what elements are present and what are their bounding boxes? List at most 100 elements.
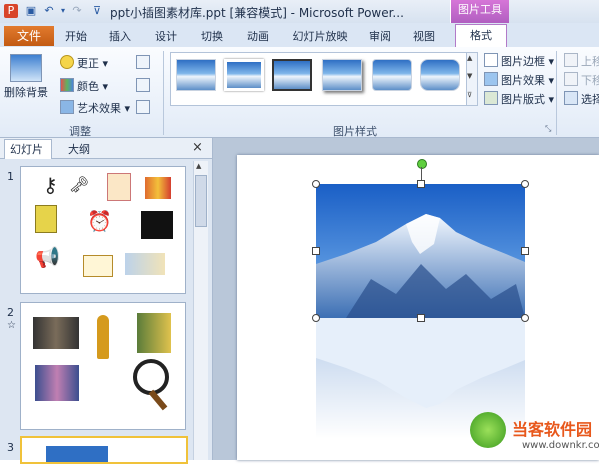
business-team-clipart [33, 317, 79, 349]
gallery-more-icon[interactable]: ⊽ [467, 91, 472, 99]
undo-dropdown-icon[interactable]: ▾ [56, 4, 70, 18]
key-icon: 🗝 [69, 175, 90, 194]
style-thumb-1[interactable] [176, 59, 216, 91]
magnifier-icon [133, 359, 169, 395]
context-group-label: 图片工具 [450, 0, 509, 23]
slide-thumbnail-2[interactable] [20, 302, 186, 430]
group-separator [163, 51, 164, 135]
chart-clipart [83, 255, 113, 277]
tab-format[interactable]: 格式 [455, 24, 507, 48]
tab-animations[interactable]: 动画 [238, 28, 278, 44]
gallery-up-icon[interactable]: ▲ [467, 54, 472, 62]
send-backward-icon [564, 72, 578, 86]
tab-review[interactable]: 审阅 [360, 28, 400, 44]
resize-handle-top-left[interactable] [312, 180, 320, 188]
mountain-photo-svg [316, 184, 525, 318]
style-thumb-2[interactable] [224, 59, 264, 91]
sun-icon [60, 55, 74, 69]
scrollbar-thumb[interactable] [195, 175, 207, 227]
remove-background-button[interactable]: 删除背景 [4, 84, 48, 100]
style-thumb-5[interactable] [372, 59, 412, 91]
tab-file[interactable]: 文件 [4, 26, 54, 46]
style-thumb-6[interactable] [420, 59, 460, 91]
rotate-handle[interactable] [417, 159, 427, 169]
pickaxe-clipart [141, 211, 173, 239]
send-backward-label: 下移 [581, 74, 599, 87]
effects-icon [484, 72, 498, 86]
tab-home[interactable]: 开始 [56, 28, 96, 44]
corrections-button[interactable]: 更正 ▾ [60, 55, 108, 71]
resize-handle-top[interactable] [417, 180, 425, 188]
tab-insert[interactable]: 插入 [100, 28, 140, 44]
style-thumb-3[interactable] [272, 59, 312, 91]
tab-view[interactable]: 视图 [404, 28, 444, 44]
resize-handle-bottom[interactable] [417, 314, 425, 322]
layout-icon [484, 91, 498, 105]
selection-pane-icon [564, 91, 578, 105]
corrections-label: 更正 [77, 57, 99, 70]
artistic-effects-button[interactable]: 艺术效果 ▾ [60, 100, 130, 116]
slide-thumbnail-1[interactable]: ⚷ 🗝 ⏰ 📢 [20, 166, 186, 294]
tab-slides[interactable]: 幻灯片 [10, 141, 43, 157]
selection-pane-label: 选择 [581, 93, 599, 106]
golden-key-clipart [97, 315, 109, 359]
resize-handle-bottom-right[interactable] [521, 314, 529, 322]
remove-background-icon[interactable] [10, 54, 42, 82]
picture-effects-label: 图片效果 [501, 74, 545, 87]
picture-effects-button[interactable]: 图片效果 ▾ [484, 72, 554, 88]
customize-qat-icon[interactable]: ⊽ [90, 4, 104, 18]
gallery-down-icon[interactable]: ▼ [467, 72, 472, 80]
crowd-clipart [145, 177, 171, 199]
tab-outline[interactable]: 大纲 [68, 141, 90, 157]
artistic-icon [60, 100, 74, 114]
color-label: 颜色 [77, 80, 99, 93]
resize-handle-left[interactable] [312, 247, 320, 255]
compress-pictures-icon[interactable] [136, 55, 150, 69]
bring-forward-icon [564, 53, 578, 67]
bulb-clipart [107, 173, 131, 201]
picture-border-label: 图片边框 [501, 55, 545, 68]
megaphone-icon: 📢 [35, 245, 60, 269]
selection-pane-button[interactable]: 选择 [564, 91, 599, 107]
picture-layout-button[interactable]: 图片版式 ▾ [484, 91, 554, 107]
resize-handle-right[interactable] [521, 247, 529, 255]
dialog-launcher-icon[interactable]: ⤡ [545, 124, 551, 134]
undo-icon[interactable]: ↶ [42, 4, 56, 18]
key-hand-icon: ⚷ [43, 173, 58, 197]
downkr-logo-icon [470, 412, 506, 448]
close-panel-icon[interactable]: × [192, 140, 203, 155]
change-picture-icon[interactable] [136, 78, 150, 92]
redo-icon[interactable]: ↷ [70, 4, 84, 18]
resize-handle-bottom-left[interactable] [312, 314, 320, 322]
document-clipart [35, 205, 57, 233]
artistic-label: 艺术效果 [77, 102, 121, 115]
save-icon[interactable]: ▣ [24, 4, 38, 18]
resize-handle-top-right[interactable] [521, 180, 529, 188]
tab-transitions[interactable]: 切换 [192, 28, 232, 44]
send-backward-button[interactable]: 下移 [564, 72, 599, 88]
slide-number: 3 [7, 441, 14, 454]
clock-icon: ⏰ [87, 209, 112, 233]
tab-design[interactable]: 设计 [146, 28, 186, 44]
reset-picture-icon[interactable] [136, 100, 150, 114]
doorway-clipart [137, 313, 171, 353]
mountain-picture[interactable] [316, 184, 525, 318]
tab-slideshow[interactable]: 幻灯片放映 [288, 28, 352, 44]
crowd-clipart [35, 365, 79, 401]
color-icon [60, 78, 74, 92]
watermark-text: 当客软件园 [512, 420, 593, 439]
color-button[interactable]: 颜色 ▾ [60, 78, 108, 94]
powerpoint-logo-icon[interactable]: P [4, 4, 18, 18]
picture-layout-label: 图片版式 [501, 93, 545, 106]
scroll-up-icon[interactable]: ▲ [196, 162, 201, 170]
picture-border-button[interactable]: 图片边框 ▾ [484, 53, 554, 69]
group-label-picture-styles: 图片样式 [333, 125, 377, 138]
bring-forward-label: 上移 [581, 55, 599, 68]
bring-forward-button[interactable]: 上移 [564, 53, 599, 69]
pencil-icon [484, 53, 498, 67]
style-thumb-4[interactable] [322, 59, 362, 91]
window-title: ppt小插图素材库.ppt [兼容模式] - Microsoft Power..… [110, 6, 404, 20]
group-separator [556, 51, 557, 135]
slide-transition-star-icon: ☆ [7, 320, 16, 331]
group-label-adjust: 调整 [69, 125, 91, 138]
